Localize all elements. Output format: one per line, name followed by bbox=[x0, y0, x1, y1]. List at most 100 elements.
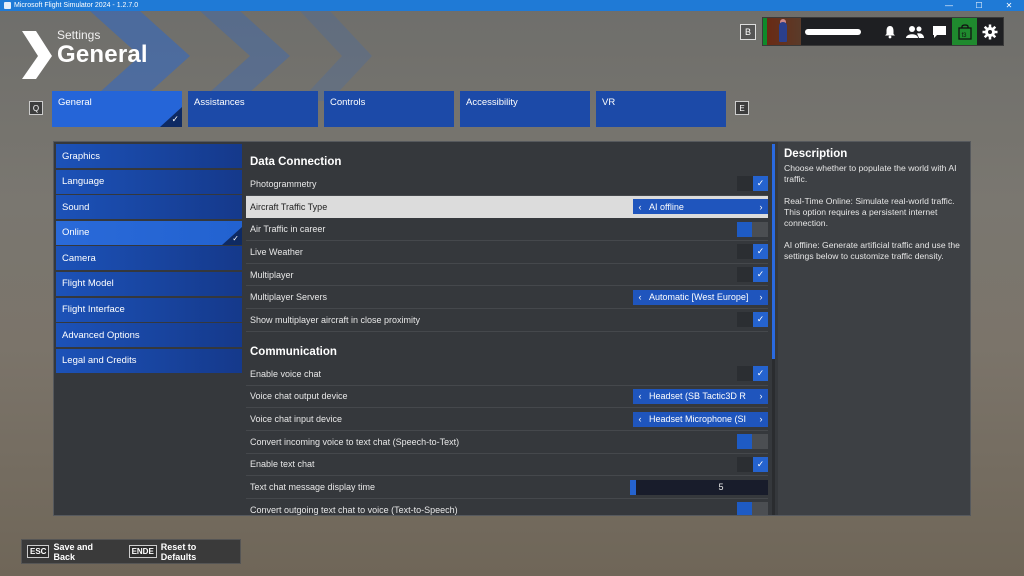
reset-to-defaults-button[interactable]: ENDE Reset to Defaults bbox=[124, 542, 228, 562]
chevron-right-icon[interactable]: › bbox=[754, 202, 768, 212]
chevron-right-icon[interactable]: › bbox=[754, 391, 768, 401]
setting-row-aircraft-traffic-type[interactable]: Aircraft Traffic Type ‹ AI offline › bbox=[246, 195, 768, 219]
tab-next-key[interactable]: E bbox=[735, 101, 749, 115]
b-key-hint[interactable]: B bbox=[740, 24, 756, 40]
close-button[interactable]: ✕ bbox=[994, 0, 1024, 11]
setting-row-voice-input-device[interactable]: Voice chat input device ‹ Headset Microp… bbox=[246, 408, 768, 431]
footer-bar: ESC Save and Back ENDE Reset to Defaults bbox=[21, 539, 241, 564]
show-multiplayer-aircraft-toggle[interactable]: ✓ bbox=[737, 312, 768, 328]
save-and-back-label: Save and Back bbox=[53, 541, 93, 562]
photogrammetry-toggle[interactable]: ✓ bbox=[737, 176, 768, 192]
setting-label: Air Traffic in career bbox=[250, 224, 326, 235]
minimize-button[interactable]: — bbox=[934, 0, 964, 11]
tab-prev-key[interactable]: Q bbox=[29, 101, 43, 115]
sidebar-item-graphics[interactable]: Graphics bbox=[56, 144, 242, 168]
setting-row-text-chat-display-time[interactable]: Text chat message display time 5 bbox=[246, 476, 768, 499]
selector-value: Automatic [West Europe] bbox=[649, 292, 749, 303]
chevron-right-icon[interactable]: › bbox=[754, 414, 768, 424]
setting-row-enable-text-chat[interactable]: Enable text chat ✓ bbox=[246, 454, 768, 477]
gear-icon[interactable] bbox=[977, 18, 1002, 45]
voice-output-device-selector[interactable]: ‹ Headset (SB Tactic3D R › bbox=[633, 388, 768, 404]
setting-row-speech-to-text[interactable]: Convert incoming voice to text chat (Spe… bbox=[246, 431, 768, 454]
setting-row-multiplayer[interactable]: Multiplayer ✓ bbox=[246, 264, 768, 287]
text-chat-toggle[interactable]: ✓ bbox=[737, 456, 768, 472]
setting-label: Enable voice chat bbox=[250, 368, 322, 379]
speech-to-text-toggle[interactable] bbox=[737, 434, 768, 450]
sidebar: Graphics Language Sound Online ✓ Camera … bbox=[56, 144, 242, 374]
tab-controls[interactable]: Controls bbox=[324, 91, 454, 127]
slider-fill bbox=[630, 479, 636, 495]
chevron-right-icon[interactable]: › bbox=[754, 292, 768, 302]
selector-value: Headset Microphone (SI bbox=[649, 414, 747, 425]
sidebar-item-label: Flight Model bbox=[62, 278, 114, 290]
sidebar-item-label: Online bbox=[62, 227, 90, 239]
check-icon: ✓ bbox=[753, 366, 768, 382]
setting-row-voice-output-device[interactable]: Voice chat output device ‹ Headset (SB T… bbox=[246, 386, 768, 409]
chat-icon[interactable] bbox=[927, 18, 952, 45]
air-traffic-career-toggle[interactable] bbox=[737, 221, 768, 237]
check-icon: ✓ bbox=[753, 244, 768, 260]
setting-row-text-to-speech[interactable]: Convert outgoing text chat to voice (Tex… bbox=[246, 499, 768, 515]
sidebar-item-label: Advanced Options bbox=[62, 329, 140, 341]
check-icon: ✓ bbox=[753, 312, 768, 328]
chevron-left-icon[interactable]: ‹ bbox=[633, 292, 647, 302]
sidebar-item-flight-model[interactable]: Flight Model bbox=[56, 271, 242, 296]
avatar[interactable] bbox=[763, 18, 801, 45]
sidebar-item-advanced-options[interactable]: Advanced Options bbox=[56, 323, 242, 348]
chevron-left-icon[interactable]: ‹ bbox=[633, 391, 647, 401]
setting-label: Enable text chat bbox=[250, 459, 315, 470]
text-chat-display-time-slider[interactable]: 5 bbox=[630, 479, 768, 495]
voice-chat-toggle[interactable]: ✓ bbox=[737, 366, 768, 382]
tab-assistances[interactable]: Assistances bbox=[188, 91, 318, 127]
text-to-speech-toggle[interactable] bbox=[737, 502, 768, 515]
tab-label: General bbox=[58, 97, 92, 108]
description-paragraph: Choose whether to populate the world wit… bbox=[784, 163, 957, 184]
sidebar-item-label: Graphics bbox=[62, 150, 101, 162]
voice-input-device-selector[interactable]: ‹ Headset Microphone (SI › bbox=[633, 411, 768, 427]
setting-row-show-multiplayer-aircraft[interactable]: Show multiplayer aircraft in close proxi… bbox=[246, 309, 768, 332]
sidebar-item-camera[interactable]: Camera bbox=[56, 246, 242, 271]
setting-row-multiplayer-servers[interactable]: Multiplayer Servers ‹ Automatic [West Eu… bbox=[246, 286, 768, 310]
setting-label: Convert incoming voice to text chat (Spe… bbox=[250, 436, 460, 447]
sidebar-item-sound[interactable]: Sound bbox=[56, 195, 242, 220]
setting-row-photogrammetry[interactable]: Photogrammetry ✓ bbox=[246, 173, 768, 196]
sidebar-item-legal-and-credits[interactable]: Legal and Credits bbox=[56, 348, 242, 373]
sidebar-item-label: Legal and Credits bbox=[62, 355, 137, 367]
chevron-left-icon[interactable]: ‹ bbox=[633, 414, 647, 424]
setting-row-enable-voice-chat[interactable]: Enable voice chat ✓ bbox=[246, 363, 768, 386]
description-paragraph: Real-Time Online: Simulate real-world tr… bbox=[784, 196, 955, 228]
check-icon: ✓ bbox=[232, 233, 239, 243]
setting-row-air-traffic-in-career[interactable]: Air Traffic in career bbox=[246, 218, 768, 242]
save-and-back-button[interactable]: ESC Save and Back bbox=[22, 542, 112, 562]
friends-icon[interactable] bbox=[902, 18, 927, 45]
bell-icon[interactable] bbox=[877, 18, 902, 45]
scrollbar-thumb[interactable] bbox=[772, 144, 775, 359]
window-title: Microsoft Flight Simulator 2024 - 1.2.7.… bbox=[14, 2, 139, 9]
aircraft-traffic-type-selector[interactable]: ‹ AI offline › bbox=[633, 199, 768, 215]
page-title: General bbox=[57, 41, 148, 68]
selector-value: Headset (SB Tactic3D R bbox=[649, 391, 746, 402]
sidebar-item-label: Sound bbox=[62, 201, 90, 213]
setting-label: Multiplayer bbox=[250, 269, 294, 280]
gamertag-redacted[interactable] bbox=[801, 18, 877, 45]
window-titlebar: Microsoft Flight Simulator 2024 - 1.2.7.… bbox=[0, 0, 1024, 11]
check-icon: ✓ bbox=[753, 267, 768, 283]
tab-general[interactable]: General ✓ bbox=[52, 91, 182, 127]
store-label: f3 bbox=[961, 33, 967, 39]
live-weather-toggle[interactable]: ✓ bbox=[737, 244, 768, 260]
chevron-left-icon[interactable]: ‹ bbox=[633, 202, 647, 212]
multiplayer-toggle[interactable]: ✓ bbox=[737, 267, 768, 283]
maximize-button[interactable]: ☐ bbox=[964, 0, 994, 11]
store-icon[interactable]: f3 bbox=[952, 18, 977, 45]
reset-to-defaults-label: Reset to Defaults bbox=[160, 541, 197, 562]
multiplayer-servers-selector[interactable]: ‹ Automatic [West Europe] › bbox=[633, 289, 768, 305]
tab-vr[interactable]: VR bbox=[596, 91, 726, 127]
sidebar-item-flight-interface[interactable]: Flight Interface bbox=[56, 297, 242, 322]
sidebar-item-online[interactable]: Online ✓ bbox=[56, 220, 242, 245]
setting-row-live-weather[interactable]: Live Weather ✓ bbox=[246, 241, 768, 264]
sidebar-item-label: Flight Interface bbox=[62, 304, 125, 316]
sidebar-item-language[interactable]: Language bbox=[56, 169, 242, 194]
section-title-data-connection: Data Connection bbox=[250, 156, 342, 168]
sidebar-item-label: Language bbox=[62, 176, 105, 188]
tab-accessibility[interactable]: Accessibility bbox=[460, 91, 590, 127]
